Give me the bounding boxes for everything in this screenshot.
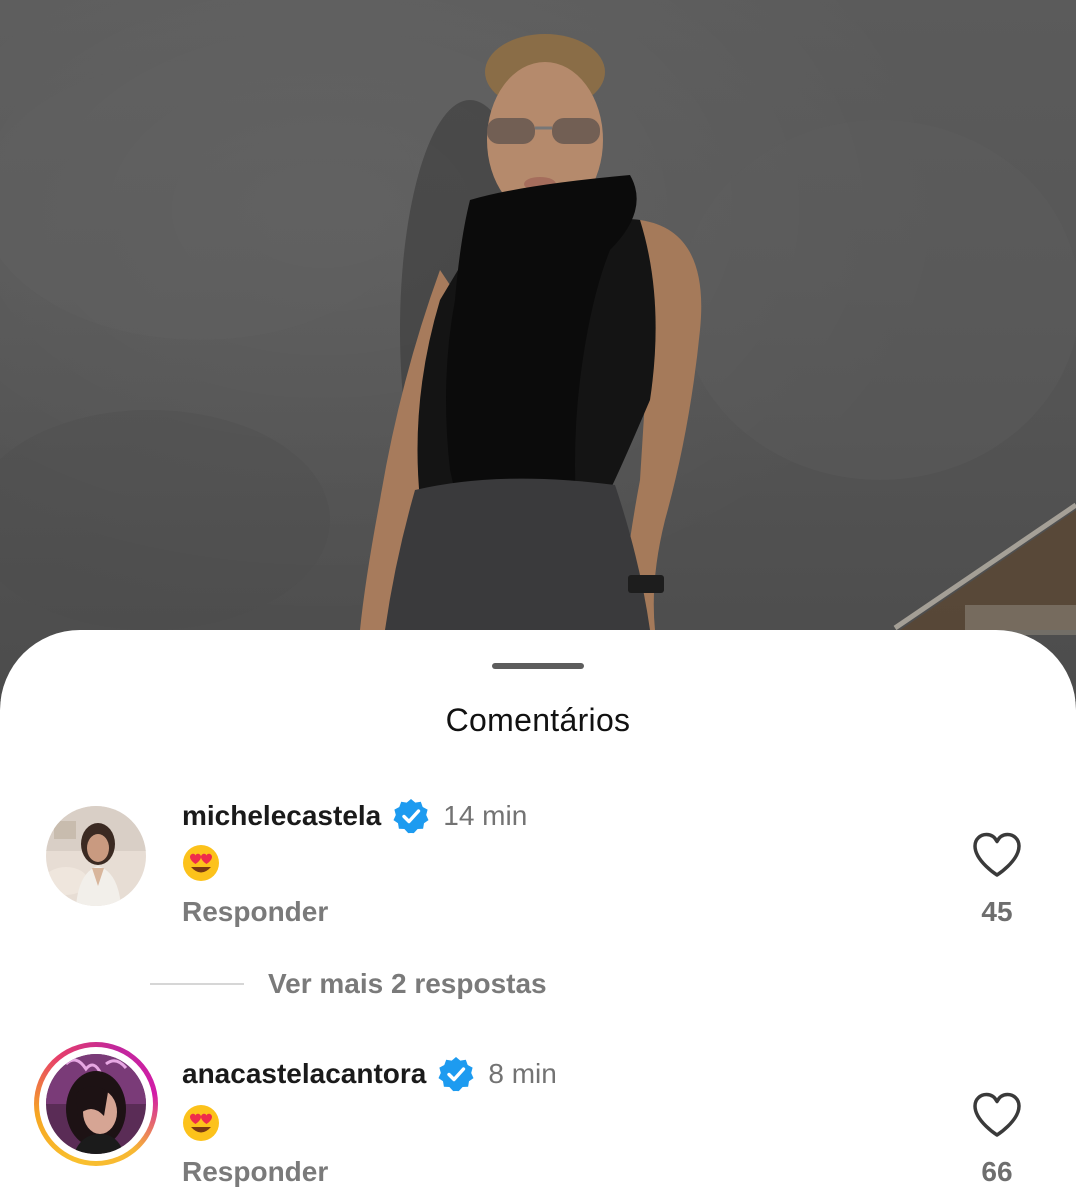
replies-divider-line <box>150 983 244 985</box>
comment-meta: anacastelacantora 8 min <box>182 1054 557 1094</box>
screen: Comentários michelecastela 14 min Respon… <box>0 0 1076 1200</box>
avatar[interactable] <box>46 806 146 906</box>
comments-sheet: Comentários michelecastela 14 min Respon… <box>0 630 1076 1200</box>
comment-timestamp: 14 min <box>443 800 528 831</box>
view-more-replies[interactable]: Ver mais 2 respostas <box>150 968 547 1000</box>
verified-badge-icon <box>393 798 429 834</box>
sheet-drag-handle[interactable] <box>492 663 584 669</box>
view-more-replies-label[interactable]: Ver mais 2 respostas <box>268 968 547 1000</box>
comment-timestamp: 8 min <box>488 1058 557 1089</box>
reply-button[interactable]: Responder <box>182 1156 328 1188</box>
story-ring[interactable] <box>34 1042 158 1166</box>
verified-badge-icon <box>438 1056 474 1092</box>
like-count: 66 <box>981 1156 1013 1187</box>
sheet-title: Comentários <box>445 702 631 738</box>
avatar[interactable] <box>46 1054 146 1154</box>
heart-eyes-emoji <box>182 1104 220 1142</box>
avatar-image <box>46 1054 146 1154</box>
heart-outline-icon[interactable] <box>972 1092 1022 1138</box>
post-photo-background <box>0 0 1076 700</box>
comment-meta: michelecastela 14 min <box>182 796 527 836</box>
comment-username[interactable]: michelecastela <box>182 800 381 832</box>
comment-username[interactable]: anacastelacantora <box>182 1058 426 1090</box>
heart-outline-icon[interactable] <box>972 832 1022 878</box>
reply-button[interactable]: Responder <box>182 896 328 928</box>
like-count: 45 <box>981 896 1013 927</box>
heart-eyes-emoji <box>182 844 220 882</box>
avatar-image <box>46 806 146 906</box>
post-photo-illustration <box>0 34 1076 635</box>
